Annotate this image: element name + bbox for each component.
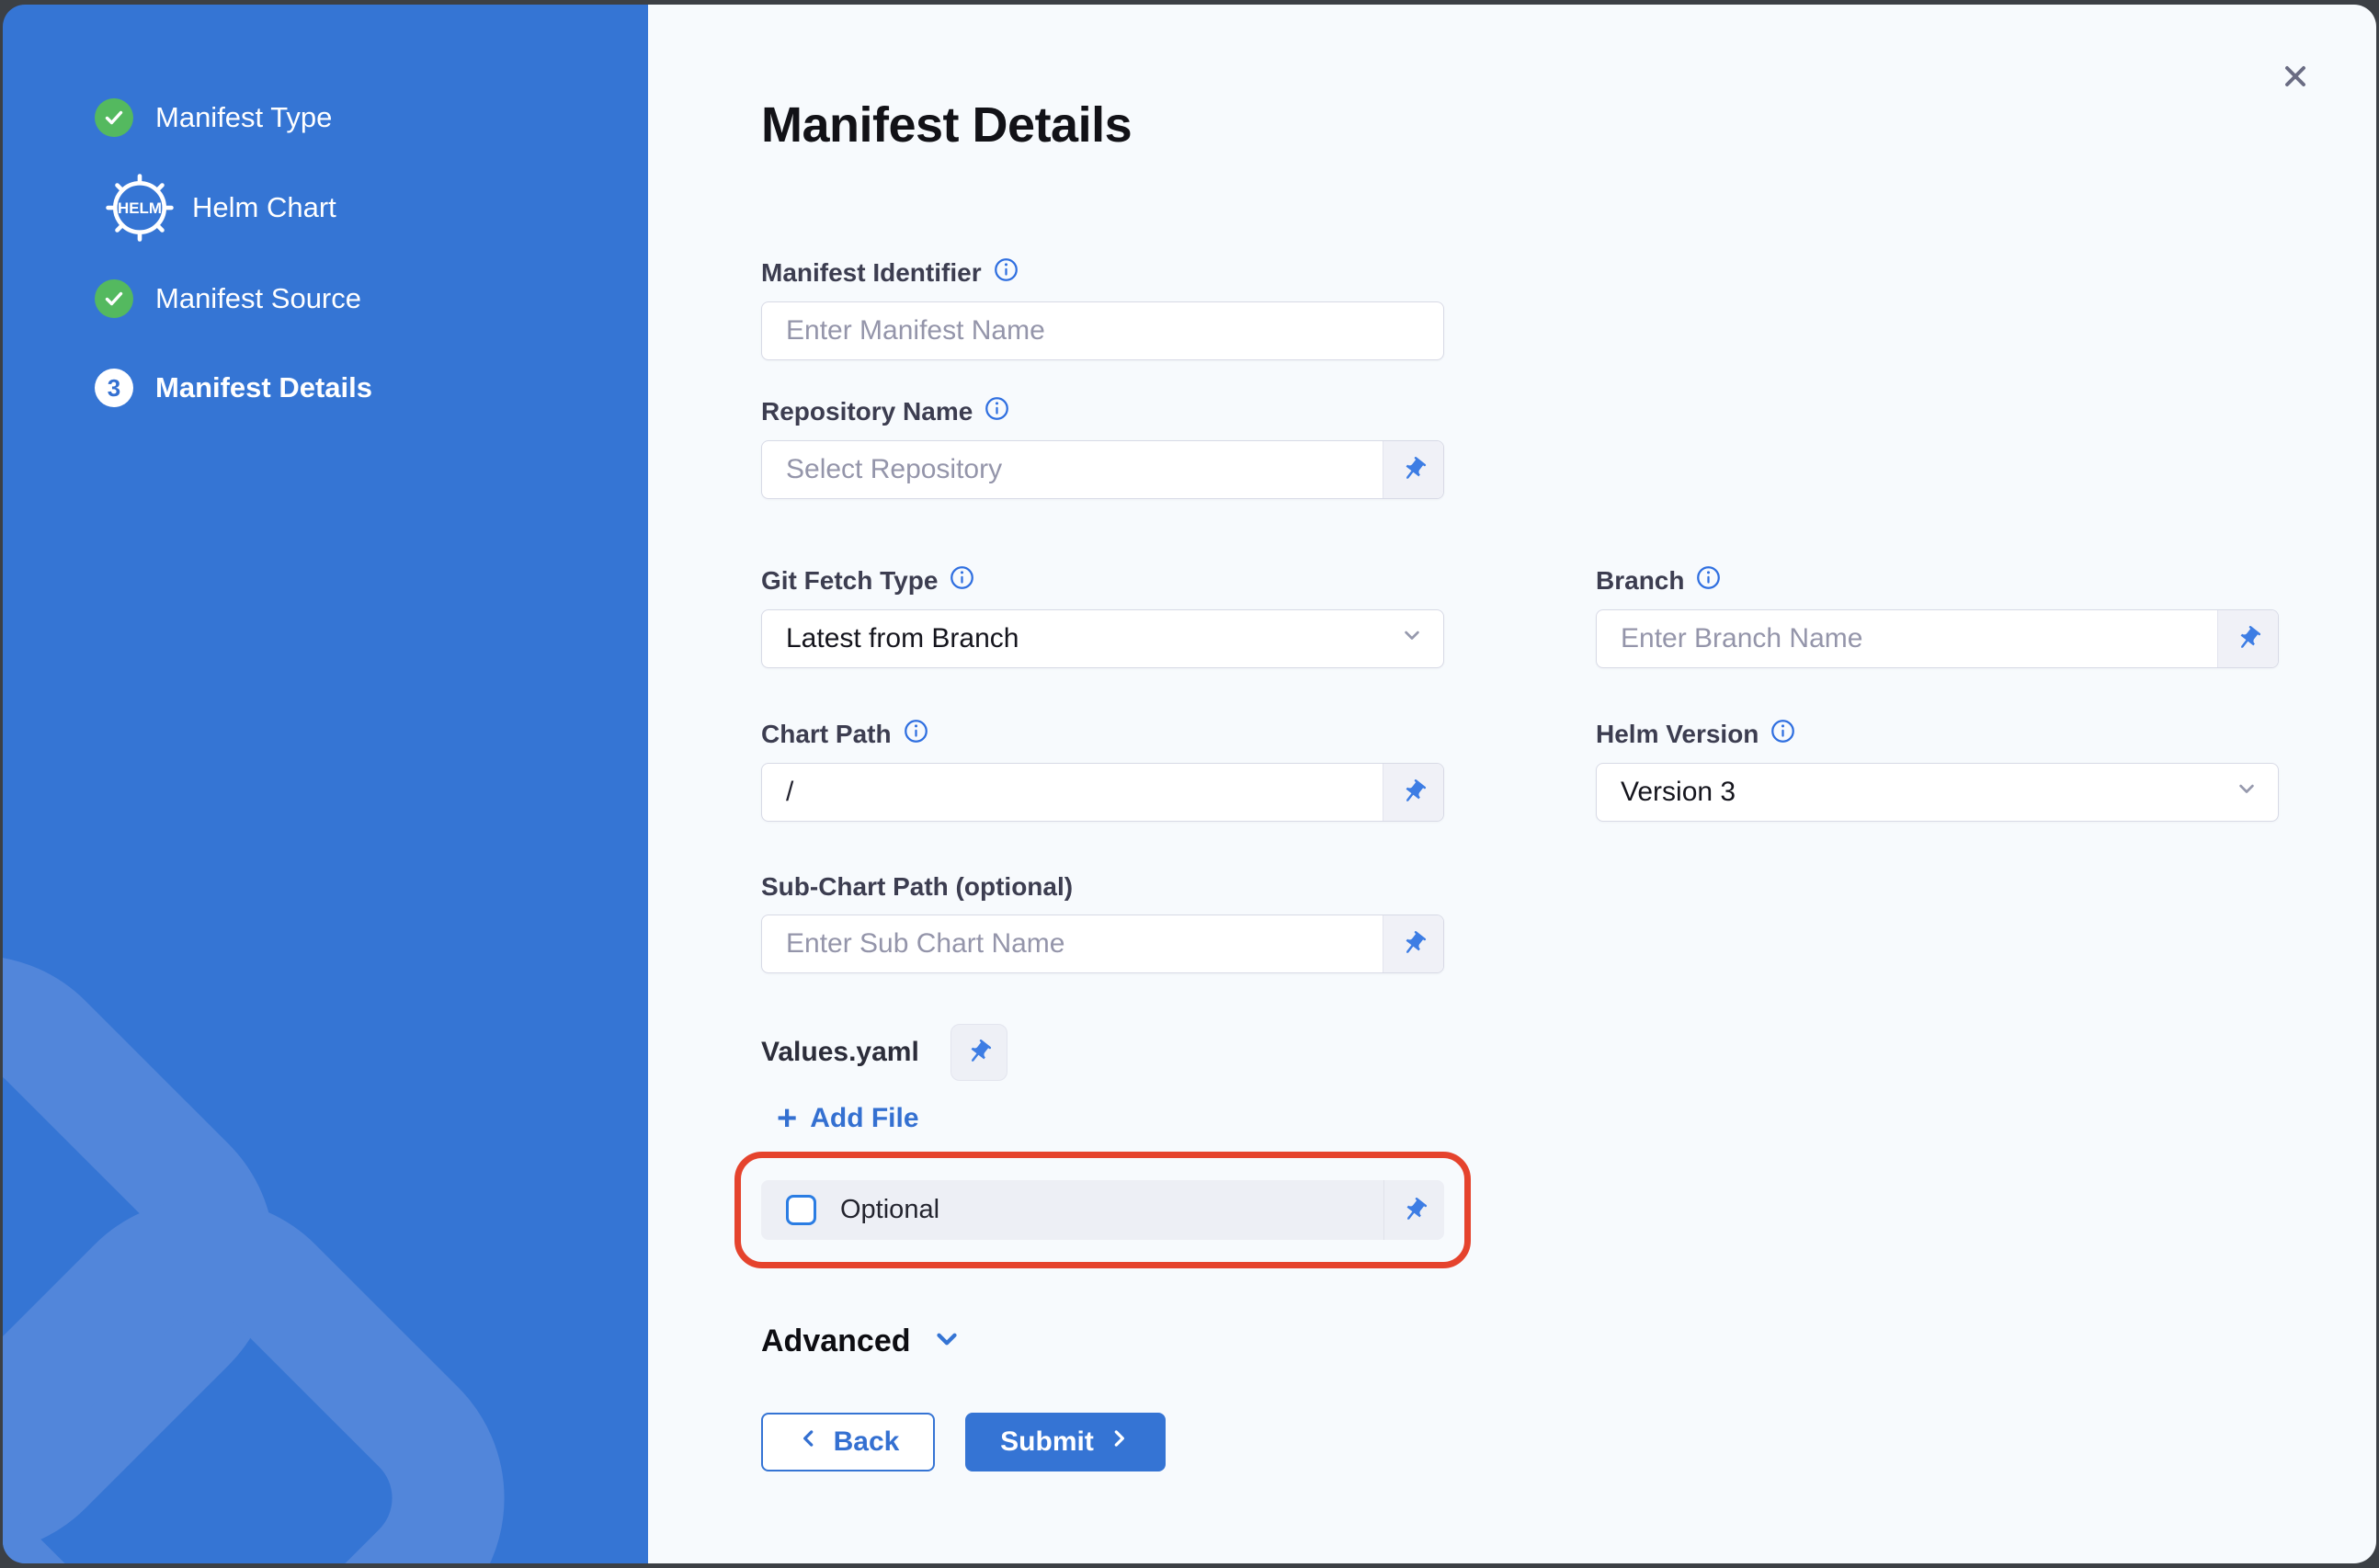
page-title: Manifest Details: [761, 97, 2376, 153]
pin-icon[interactable]: [1383, 764, 1443, 821]
repository-name-input-wrap: [761, 440, 1444, 499]
helm-version-select[interactable]: Version 3: [1596, 763, 2279, 822]
field-branch: Branch: [1596, 565, 2279, 668]
step-label: Manifest Details: [155, 371, 372, 404]
field-sub-chart-path: Sub-Chart Path (optional): [761, 872, 1444, 973]
substep-label: Helm Chart: [192, 191, 336, 224]
field-label-row: Manifest Identifier: [761, 257, 1444, 289]
submit-button[interactable]: Submit: [965, 1413, 1166, 1471]
add-file-button[interactable]: + Add File: [777, 1101, 919, 1136]
field-helm-version: Helm Version Version 3: [1596, 719, 2279, 822]
helm-version-label: Helm Version: [1596, 720, 1759, 749]
info-icon[interactable]: [985, 396, 1009, 427]
sub-chart-path-input-wrap: [761, 915, 1444, 973]
sub-chart-path-label: Sub-Chart Path (optional): [761, 872, 1073, 902]
optional-checkbox[interactable]: [786, 1195, 816, 1225]
chevron-down-icon: [931, 1324, 962, 1359]
plus-icon: +: [777, 1101, 797, 1136]
back-button-label: Back: [834, 1426, 900, 1458]
chart-path-input-wrap: [761, 763, 1444, 822]
branch-input[interactable]: [1597, 610, 2217, 667]
wizard-footer-buttons: Back Submit: [761, 1413, 2376, 1471]
helm-icon: HELM: [106, 174, 174, 242]
field-repository-name: Repository Name: [761, 396, 1444, 499]
submit-button-label: Submit: [1000, 1426, 1094, 1458]
pin-icon[interactable]: [1383, 1180, 1444, 1240]
info-icon[interactable]: [1770, 719, 1795, 750]
row-git-fetch-branch: Git Fetch Type Latest from Branch Branch: [761, 565, 2376, 668]
wizard-sidebar: Manifest Type HELM: [3, 5, 648, 1563]
sidebar-substep-helm-chart[interactable]: HELM Helm Chart: [106, 174, 336, 242]
step-complete-check-icon: [95, 98, 133, 137]
field-label-row: Sub-Chart Path (optional): [761, 872, 1444, 902]
manifest-details-panel: Manifest Details Manifest Identifier Rep…: [648, 5, 2376, 1563]
field-label-row: Helm Version: [1596, 719, 2279, 750]
manifest-identifier-input-wrap: [761, 301, 1444, 360]
repository-name-input[interactable]: [762, 441, 1383, 498]
annotation-highlight-box: Optional: [734, 1152, 1471, 1268]
chevron-down-icon: [2234, 776, 2259, 809]
sub-chart-path-input[interactable]: [762, 915, 1383, 972]
git-fetch-type-value: Latest from Branch: [786, 623, 1019, 654]
git-fetch-type-select[interactable]: Latest from Branch: [761, 609, 1444, 668]
info-icon[interactable]: [1696, 565, 1721, 597]
pin-icon[interactable]: [2217, 610, 2278, 667]
git-fetch-type-label: Git Fetch Type: [761, 566, 938, 596]
branch-label: Branch: [1596, 566, 1684, 596]
step-label: Manifest Type: [155, 101, 332, 134]
field-chart-path: Chart Path: [761, 719, 1444, 822]
values-yaml-label: Values.yaml: [761, 1037, 919, 1068]
info-icon[interactable]: [950, 565, 974, 597]
pin-icon[interactable]: [1383, 915, 1443, 972]
pin-icon[interactable]: [950, 1024, 1007, 1081]
values-yaml-section-header: Values.yaml: [761, 1024, 2376, 1081]
pin-icon[interactable]: [1383, 441, 1443, 498]
info-icon[interactable]: [904, 719, 928, 750]
optional-checkbox-row: Optional: [761, 1180, 1444, 1240]
advanced-label: Advanced: [761, 1324, 911, 1359]
step-label: Manifest Source: [155, 282, 361, 315]
field-label-row: Repository Name: [761, 396, 1444, 427]
back-button[interactable]: Back: [761, 1413, 935, 1471]
row-chart-path-helm-version: Chart Path Helm Version: [761, 719, 2376, 822]
field-manifest-identifier: Manifest Identifier: [761, 257, 1444, 360]
chart-path-label: Chart Path: [761, 720, 892, 749]
repository-name-label: Repository Name: [761, 397, 973, 426]
close-icon[interactable]: [2275, 56, 2316, 97]
branch-input-wrap: [1596, 609, 2279, 668]
field-label-row: Git Fetch Type: [761, 565, 1444, 597]
chart-path-input[interactable]: [762, 764, 1383, 821]
add-file-label: Add File: [810, 1103, 918, 1134]
helm-version-value: Version 3: [1621, 777, 1736, 808]
chevron-right-icon: [1107, 1426, 1131, 1458]
sidebar-step-manifest-source[interactable]: Manifest Source: [95, 279, 361, 318]
sidebar-step-manifest-details[interactable]: 3 Manifest Details: [95, 369, 372, 407]
step-complete-check-icon: [95, 279, 133, 318]
manifest-identifier-input[interactable]: [762, 302, 1443, 359]
chevron-down-icon: [1399, 622, 1425, 655]
svg-text:HELM: HELM: [118, 199, 162, 217]
manifest-wizard-dialog: Manifest Type HELM: [3, 5, 2376, 1563]
chevron-left-icon: [797, 1426, 821, 1458]
field-label-row: Chart Path: [761, 719, 1444, 750]
advanced-toggle[interactable]: Advanced: [761, 1324, 962, 1359]
field-git-fetch-type: Git Fetch Type Latest from Branch: [761, 565, 1444, 668]
sidebar-step-manifest-type[interactable]: Manifest Type: [95, 98, 332, 137]
manifest-identifier-label: Manifest Identifier: [761, 258, 982, 288]
info-icon[interactable]: [994, 257, 1019, 289]
optional-label: Optional: [840, 1195, 939, 1225]
step-number-badge: 3: [95, 369, 133, 407]
field-label-row: Branch: [1596, 565, 2279, 597]
